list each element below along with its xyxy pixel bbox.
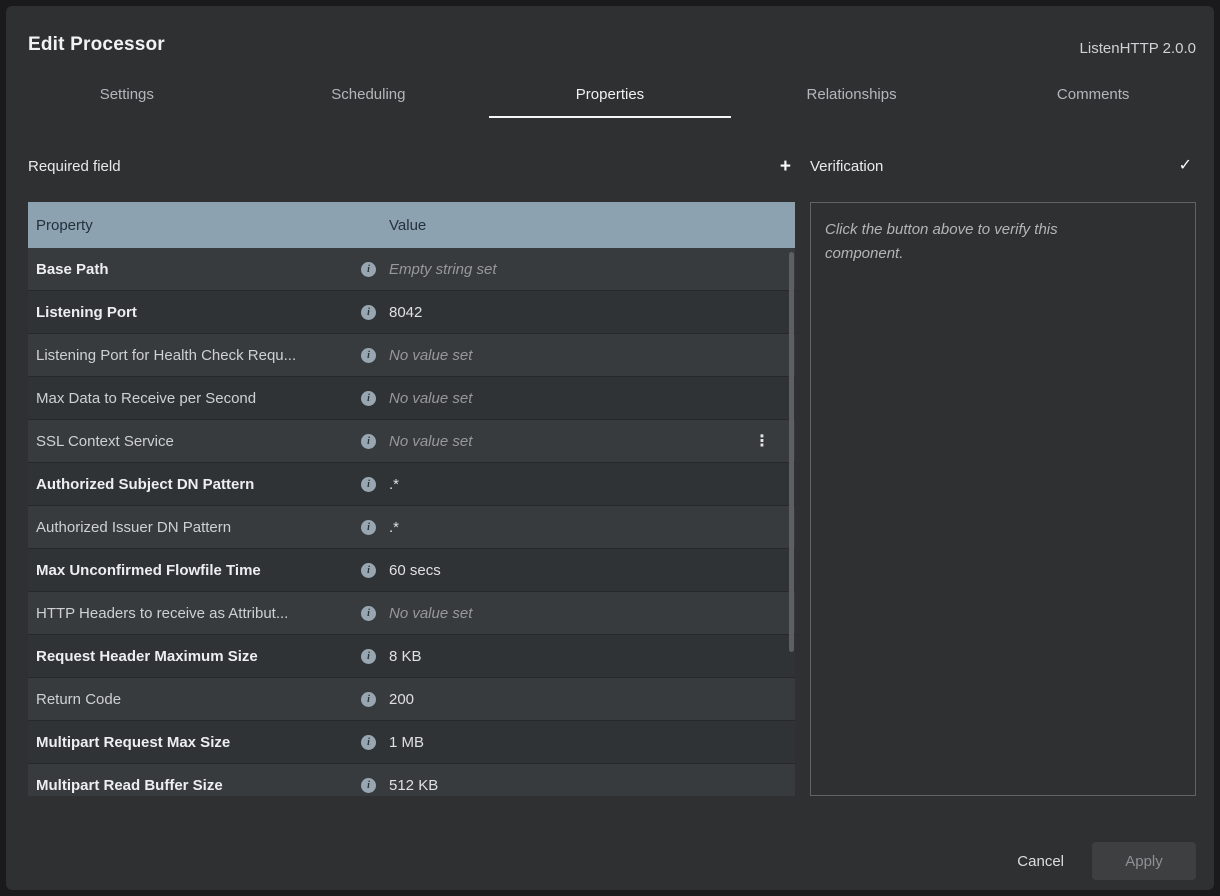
property-name: SSL Context Service [36,433,361,450]
property-value: No value set [389,347,787,364]
apply-button[interactable]: Apply [1092,842,1196,880]
property-name: Listening Port [36,304,361,321]
property-value: 8 KB [389,648,787,665]
table-row[interactable]: Request Header Maximum Size i 8 KB ⋮ [28,635,795,678]
property-name: Authorized Subject DN Pattern [36,476,361,493]
info-icon[interactable]: i [361,606,376,621]
verification-message: Click the button above to verify this co… [825,218,1125,266]
property-value: 512 KB [389,777,787,794]
table-row[interactable]: Listening Port i 8042 ⋮ [28,291,795,334]
tab-bar: Settings Scheduling Properties Relations… [6,74,1214,118]
property-name: Authorized Issuer DN Pattern [36,519,361,536]
tab-comments[interactable]: Comments [972,74,1214,118]
table-row[interactable]: Multipart Request Max Size i 1 MB ⋮ [28,721,795,764]
info-icon[interactable]: i [361,262,376,277]
tab-settings[interactable]: Settings [6,74,248,118]
property-name: Request Header Maximum Size [36,648,361,665]
info-icon[interactable]: i [361,778,376,793]
info-icon[interactable]: i [361,477,376,492]
verify-check-icon[interactable]: ✓ [1175,158,1196,174]
verification-section-header: Verification ✓ [810,154,1196,178]
info-icon[interactable]: i [361,563,376,578]
processor-version-label: ListenHTTP 2.0.0 [1080,40,1196,57]
property-name: Multipart Request Max Size [36,734,361,751]
table-scrollbar[interactable] [789,252,794,652]
info-icon[interactable]: i [361,348,376,363]
table-row[interactable]: Authorized Issuer DN Pattern i .* ⋮ [28,506,795,549]
table-row[interactable]: SSL Context Service i No value set ⋮ [28,420,795,463]
property-name: Listening Port for Health Check Requ... [36,347,361,364]
column-header-value: Value [389,217,787,234]
property-value: 1 MB [389,734,787,751]
verification-panel: Click the button above to verify this co… [810,202,1196,796]
edit-processor-dialog: Edit Processor ListenHTTP 2.0.0 Settings… [6,6,1214,890]
table-row[interactable]: Authorized Subject DN Pattern i .* ⋮ [28,463,795,506]
column-header-property: Property [36,217,389,234]
dialog-title: Edit Processor [28,34,165,56]
more-options-icon[interactable]: ⋮ [754,431,769,451]
table-row[interactable]: Multipart Read Buffer Size i 512 KB ⋮ [28,764,795,796]
info-icon[interactable]: i [361,520,376,535]
info-icon[interactable]: i [361,391,376,406]
info-icon[interactable]: i [361,434,376,449]
property-value: .* [389,519,787,536]
cancel-button[interactable]: Cancel [1013,847,1068,876]
add-property-icon[interactable]: + [776,157,795,176]
table-row[interactable]: Max Unconfirmed Flowfile Time i 60 secs … [28,549,795,592]
verification-heading: Verification [810,158,883,175]
tab-relationships[interactable]: Relationships [731,74,973,118]
property-name: HTTP Headers to receive as Attribut... [36,605,361,622]
table-row[interactable]: Return Code i 200 ⋮ [28,678,795,721]
info-icon[interactable]: i [361,305,376,320]
property-value: No value set [389,390,787,407]
properties-table-body: Base Path i Empty string set ⋮ Listening… [28,248,795,796]
info-icon[interactable]: i [361,649,376,664]
properties-table-header: Property Value [28,202,795,248]
tab-scheduling[interactable]: Scheduling [248,74,490,118]
properties-section-header: Required field + [28,154,795,178]
dialog-footer: Cancel Apply [1013,842,1196,880]
info-icon[interactable]: i [361,735,376,750]
property-name: Base Path [36,261,361,278]
property-value: No value set [389,433,787,450]
property-name: Max Unconfirmed Flowfile Time [36,562,361,579]
properties-table: Property Value Base Path i Empty string … [28,202,795,796]
required-field-heading: Required field [28,158,121,175]
property-value: Empty string set [389,261,787,278]
tab-properties[interactable]: Properties [489,74,731,118]
table-row[interactable]: Max Data to Receive per Second i No valu… [28,377,795,420]
info-icon[interactable]: i [361,692,376,707]
property-value: .* [389,476,787,493]
property-value: 200 [389,691,787,708]
table-row[interactable]: Base Path i Empty string set ⋮ [28,248,795,291]
table-row[interactable]: HTTP Headers to receive as Attribut... i… [28,592,795,635]
table-row[interactable]: Listening Port for Health Check Requ... … [28,334,795,377]
property-name: Max Data to Receive per Second [36,390,361,407]
property-name: Multipart Read Buffer Size [36,777,361,794]
property-name: Return Code [36,691,361,708]
property-value: 8042 [389,304,787,321]
property-value: 60 secs [389,562,787,579]
property-value: No value set [389,605,787,622]
